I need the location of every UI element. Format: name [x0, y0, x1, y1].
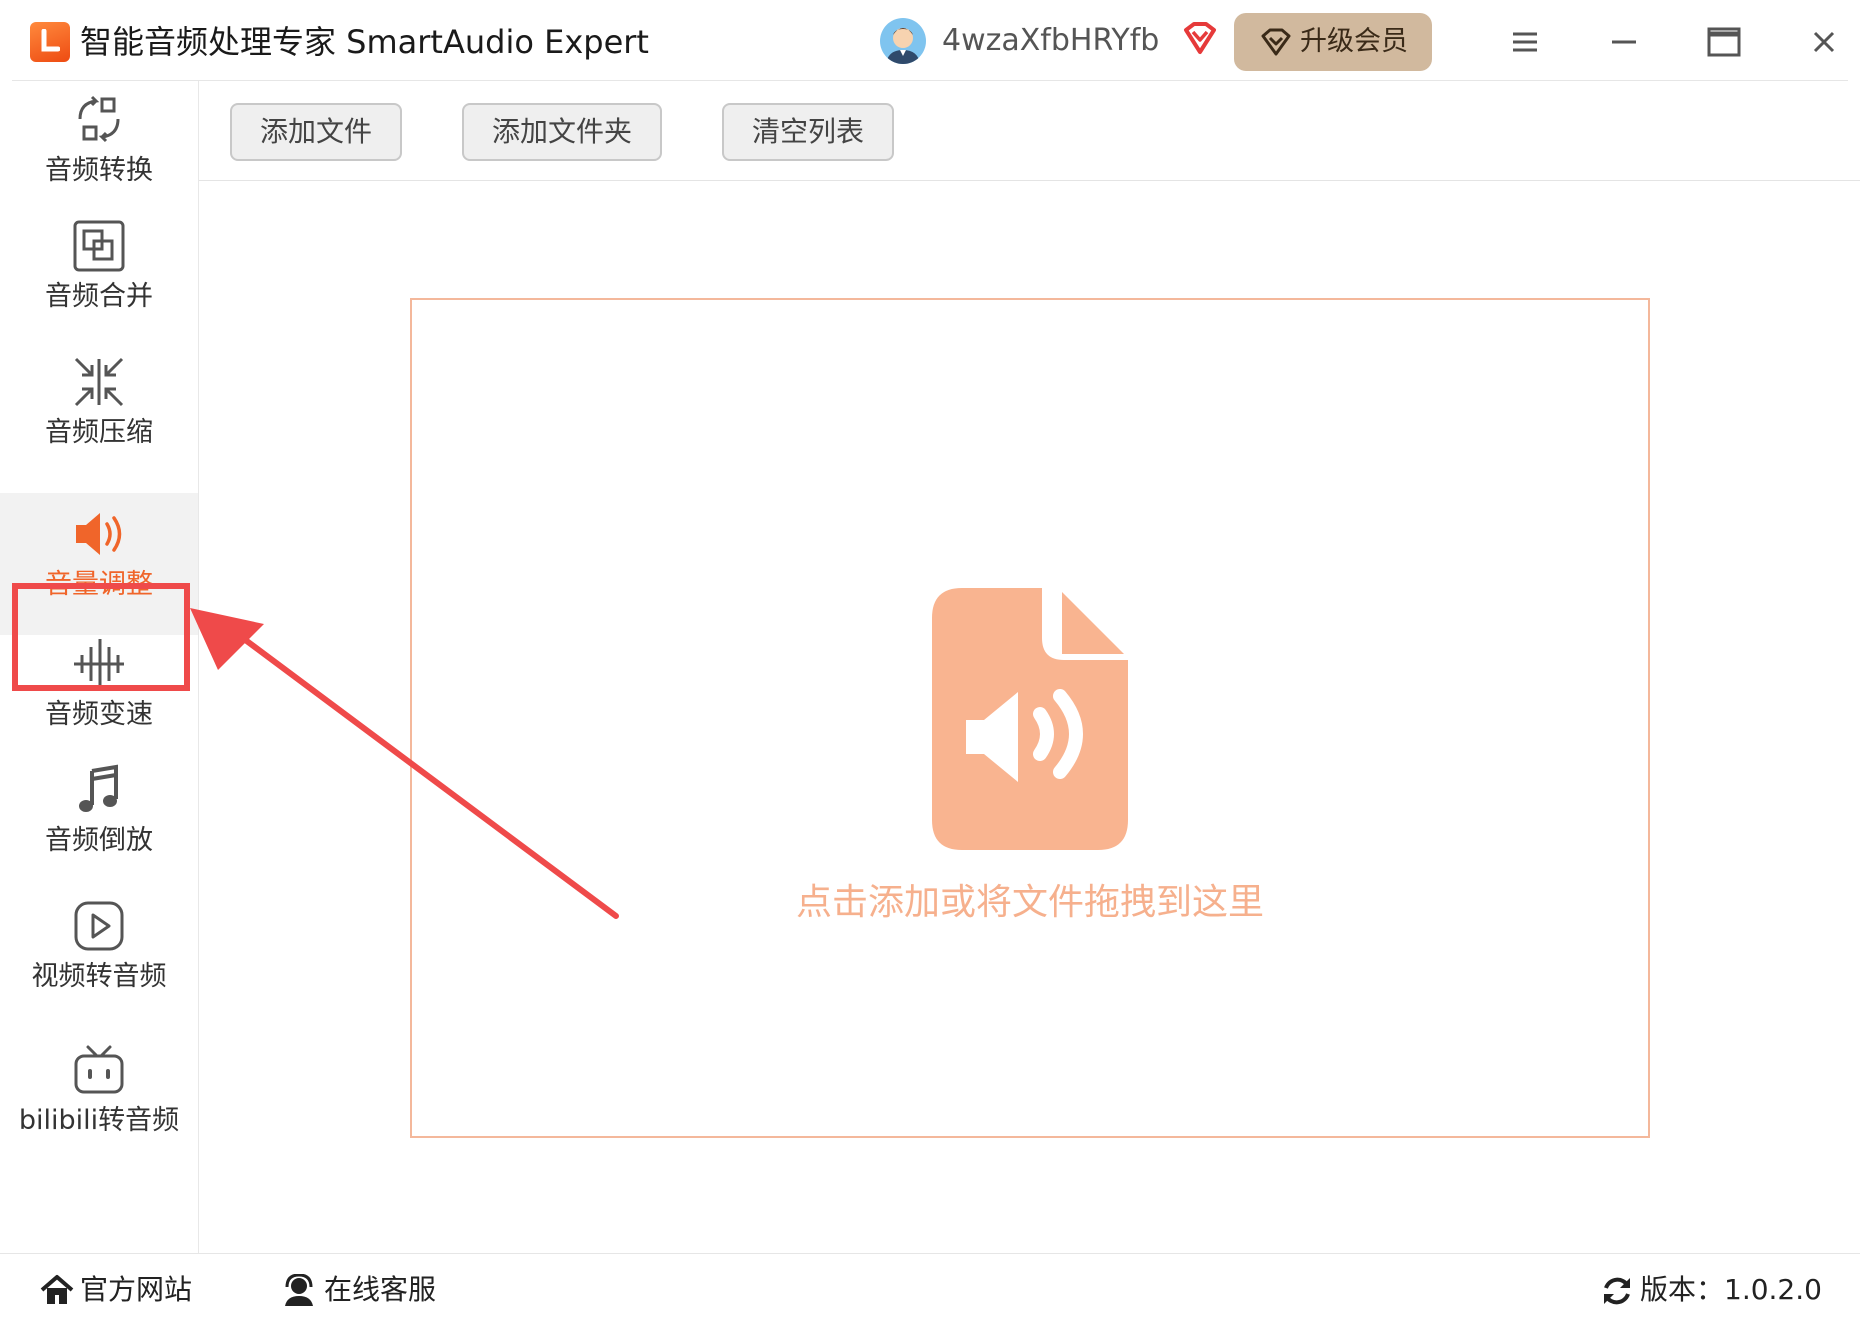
drop-hint[interactable]: 点击添加或将文件拖拽到这里 — [700, 878, 1360, 928]
sidebar-item-audio-compress[interactable]: 音频压缩 — [0, 355, 198, 480]
play-icon — [74, 901, 124, 951]
sidebar-item-label: 音频倒放 — [45, 825, 153, 856]
toolbar-divider — [199, 180, 1860, 181]
tv-icon — [74, 1045, 124, 1094]
sidebar-item-label: 音频变速 — [45, 699, 153, 730]
version-label: 版本：1.0.2.0 — [1640, 1273, 1822, 1306]
merge-icon — [73, 220, 125, 272]
arrow-annotation-icon — [190, 608, 619, 919]
diamond-icon — [1261, 28, 1291, 56]
menu-icon — [1513, 32, 1537, 52]
sidebar-item-video-to-audio[interactable]: 视频转音频 — [0, 899, 198, 1024]
version-info[interactable]: 版本：1.0.2.0 — [1600, 1270, 1822, 1310]
sidebar-item-label: bilibili转音频 — [18, 1105, 180, 1136]
audio-file-icon[interactable] — [932, 588, 1128, 854]
sidebar-item-label: 音频转换 — [45, 155, 153, 186]
app-title: 智能音频处理专家 SmartAudio Expert — [80, 23, 649, 61]
maximize-button[interactable] — [1700, 18, 1748, 66]
sidebar-item-label: 视频转音频 — [31, 961, 167, 992]
refresh-icon — [1604, 1277, 1630, 1305]
clear-list-button[interactable]: 清空列表 — [722, 103, 894, 161]
support-agent-icon — [285, 1274, 313, 1306]
sidebar-item-audio-convert[interactable]: 音频转换 — [0, 93, 198, 218]
sidebar-item-audio-merge[interactable]: 音频合并 — [0, 219, 198, 344]
sidebar-item-audio-reverse[interactable]: 音频倒放 — [0, 763, 198, 888]
convert-icon — [78, 95, 120, 143]
official-website-label: 官方网站 — [80, 1273, 193, 1306]
minimize-icon — [1612, 40, 1636, 44]
user-avatar[interactable] — [880, 18, 926, 64]
title-bar: 智能音频处理专家 SmartAudio Expert 4wzaXfbHRYfb … — [12, 0, 1848, 81]
sidebar-item-label: 音频合并 — [45, 281, 153, 312]
maximize-icon — [1707, 27, 1741, 57]
official-website-link[interactable]: 官方网站 — [40, 1270, 192, 1310]
speaker-icon — [76, 513, 122, 555]
status-bar: 官方网站 在线客服 版本：1.0.2.0 — [0, 1253, 1860, 1321]
highlight-annotation — [12, 583, 190, 691]
app-logo-icon — [30, 22, 70, 62]
add-folder-button[interactable]: 添加文件夹 — [462, 103, 662, 161]
music-note-icon — [79, 764, 118, 812]
sidebar-item-bilibili-to-audio[interactable]: bilibili转音频 — [0, 1043, 198, 1168]
add-file-button[interactable]: 添加文件 — [230, 103, 402, 161]
home-icon — [40, 1275, 74, 1304]
sidebar-item-label: 音频压缩 — [45, 417, 153, 448]
vip-diamond-icon — [1180, 20, 1220, 64]
close-icon — [1813, 31, 1835, 53]
minimize-button[interactable] — [1600, 18, 1648, 66]
close-button[interactable] — [1800, 18, 1848, 66]
username[interactable]: 4wzaXfbHRYfb — [942, 20, 1159, 62]
online-support-link[interactable]: 在线客服 — [282, 1270, 436, 1310]
upgrade-vip-button[interactable]: 升级会员 — [1234, 13, 1432, 71]
sidebar: 音频转换 音频合并 音频压缩 音量调整 音频变速 音频倒放 视频转音频 bili… — [0, 81, 199, 1253]
menu-button[interactable] — [1500, 18, 1548, 66]
compress-icon — [74, 357, 124, 407]
online-support-label: 在线客服 — [324, 1273, 437, 1306]
upgrade-label: 升级会员 — [1300, 26, 1408, 57]
